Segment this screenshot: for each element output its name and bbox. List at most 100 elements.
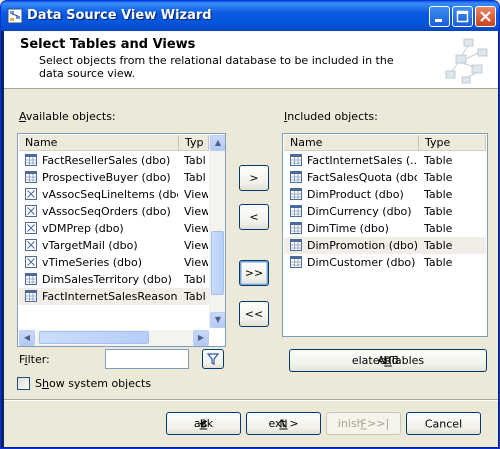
table-icon [290,171,302,183]
maximize-button[interactable] [452,6,473,27]
list-item[interactable]: vAssocSeqLineItems (dbo) View [19,186,209,203]
footer-divider [4,399,498,401]
row-type: View [184,256,208,269]
row-name: vTimeSeries (dbo) [42,256,143,269]
row-name: DimSalesTerritory (dbo) [42,273,172,286]
row-type: View [184,222,208,235]
view-icon [25,188,37,200]
column-header-type[interactable]: Typ [179,135,209,151]
next-button[interactable]: Next > [246,412,321,435]
list-item[interactable]: ProspectiveBuyer (dbo) Tabl [19,169,209,186]
show-system-objects-checkbox[interactable] [17,377,30,390]
row-name: ProspectiveBuyer (dbo) [42,171,171,184]
row-name: DimCurrency (dbo) [307,205,412,218]
back-button[interactable]: < Back [166,412,241,435]
list-item[interactable]: FactInternetSalesReason ... Tabl [19,288,209,305]
close-button[interactable] [475,6,496,27]
available-horizontal-scrollbar[interactable]: ◀ ▶ [19,330,209,346]
included-objects-list[interactable]: Name Type FactInternetSales (... Table Fac… [282,133,488,337]
table-icon [290,222,302,234]
available-list-header: Name Typ [19,135,209,151]
scroll-thumb[interactable] [39,331,149,344]
row-type: View [184,188,208,201]
column-header-name[interactable]: Name [19,135,179,151]
row-name: DimTime (dbo) [307,222,389,235]
list-item[interactable]: vTimeSeries (dbo) View [19,254,209,271]
included-list-header: Name Type [284,135,486,151]
table-icon [25,171,37,183]
table-icon [290,256,302,268]
minimize-icon [435,19,442,22]
view-icon [25,239,37,251]
list-item[interactable]: vAssocSeqOrders (dbo) View [19,203,209,220]
wizard-window: Data Source View Wizard Select Tables an… [0,0,500,449]
row-name: vDMPrep (dbo) [42,222,124,235]
scroll-thumb[interactable] [211,231,224,295]
add-all-button[interactable]: >> [239,260,269,286]
row-type: Tabl [184,171,206,184]
list-item[interactable]: DimTime (dbo) Table [284,220,486,237]
remove-button[interactable]: < [239,204,269,230]
scroll-up-button[interactable]: ▲ [210,135,225,151]
filter-button[interactable] [202,349,224,369]
list-item[interactable]: DimSalesTerritory (dbo) Tabl [19,271,209,288]
window-title: Data Source View Wizard [27,8,212,23]
column-header-name[interactable]: Name [284,135,419,151]
list-item[interactable]: FactInternetSales (... Table [284,152,486,169]
close-icon [480,11,491,22]
table-icon [25,290,37,302]
show-system-objects-label[interactable]: Show system objects [35,377,151,390]
list-item[interactable]: DimProduct (dbo) Table [284,186,486,203]
row-type: Tabl [184,290,206,303]
list-item[interactable]: vDMPrep (dbo) View [19,220,209,237]
available-vertical-scrollbar[interactable]: ▲ ▼ [209,135,225,328]
row-name: DimPromotion (dbo) [307,239,417,252]
row-type: Table [424,256,453,269]
row-name: FactInternetSalesReason ... [42,290,178,303]
included-objects-label: Included objects: [284,110,378,123]
page-title: Select Tables and Views [20,37,196,52]
list-item[interactable]: DimCurrency (dbo) Table [284,203,486,220]
filter-icon [206,353,220,365]
wizard-header: Select Tables and Views Select objects f… [4,31,498,89]
title-bar[interactable]: Data Source View Wizard [1,1,499,31]
cancel-button[interactable]: Cancel [406,412,481,435]
minimize-button[interactable] [429,6,450,27]
maximize-icon [456,10,469,23]
data-source-view-icon [7,8,23,24]
row-name: vTargetMail (dbo) [42,239,138,252]
available-objects-list[interactable]: Name Typ FactResellerSales (dbo) Tabl Pros… [17,133,226,347]
view-icon [25,256,37,268]
scroll-right-button[interactable]: ▶ [193,330,209,346]
list-item[interactable]: DimPromotion (dbo) Table [284,237,486,254]
scroll-left-button[interactable]: ◀ [19,330,35,346]
list-item[interactable]: FactSalesQuota (dbo) Table [284,169,486,186]
add-related-tables-button[interactable]: Add Related Tables [289,349,487,372]
list-item[interactable]: vTargetMail (dbo) View [19,237,209,254]
row-name: FactSalesQuota (dbo) [307,171,417,184]
row-name: DimProduct (dbo) [307,188,404,201]
filter-input[interactable] [105,349,189,369]
row-name: FactInternetSales (... [307,154,417,167]
view-icon [25,222,37,234]
row-name: DimCustomer (dbo) [307,256,416,269]
row-name: FactResellerSales (dbo) [42,154,171,167]
row-type: Table [424,154,453,167]
finish-button[interactable]: Finish >>| [326,412,401,435]
row-name: vAssocSeqOrders (dbo) [42,205,171,218]
wizard-graphic-icon [445,38,488,84]
wizard-body: Select Tables and Views Select objects f… [4,31,498,447]
scroll-down-button[interactable]: ▼ [210,312,225,328]
add-button[interactable]: > [239,165,269,191]
page-subtitle: Select objects from the relational datab… [39,54,394,80]
available-objects-label: Available objects: [19,110,116,123]
table-icon [290,205,302,217]
remove-all-button[interactable]: << [239,301,269,327]
list-item[interactable]: DimCustomer (dbo) Table [284,254,486,271]
row-type: Table [424,222,453,235]
list-item[interactable]: FactResellerSales (dbo) Tabl [19,152,209,169]
row-type: Table [424,188,453,201]
column-header-type[interactable]: Type [419,135,486,151]
row-type: Table [424,171,453,184]
row-type: Tabl [184,154,206,167]
